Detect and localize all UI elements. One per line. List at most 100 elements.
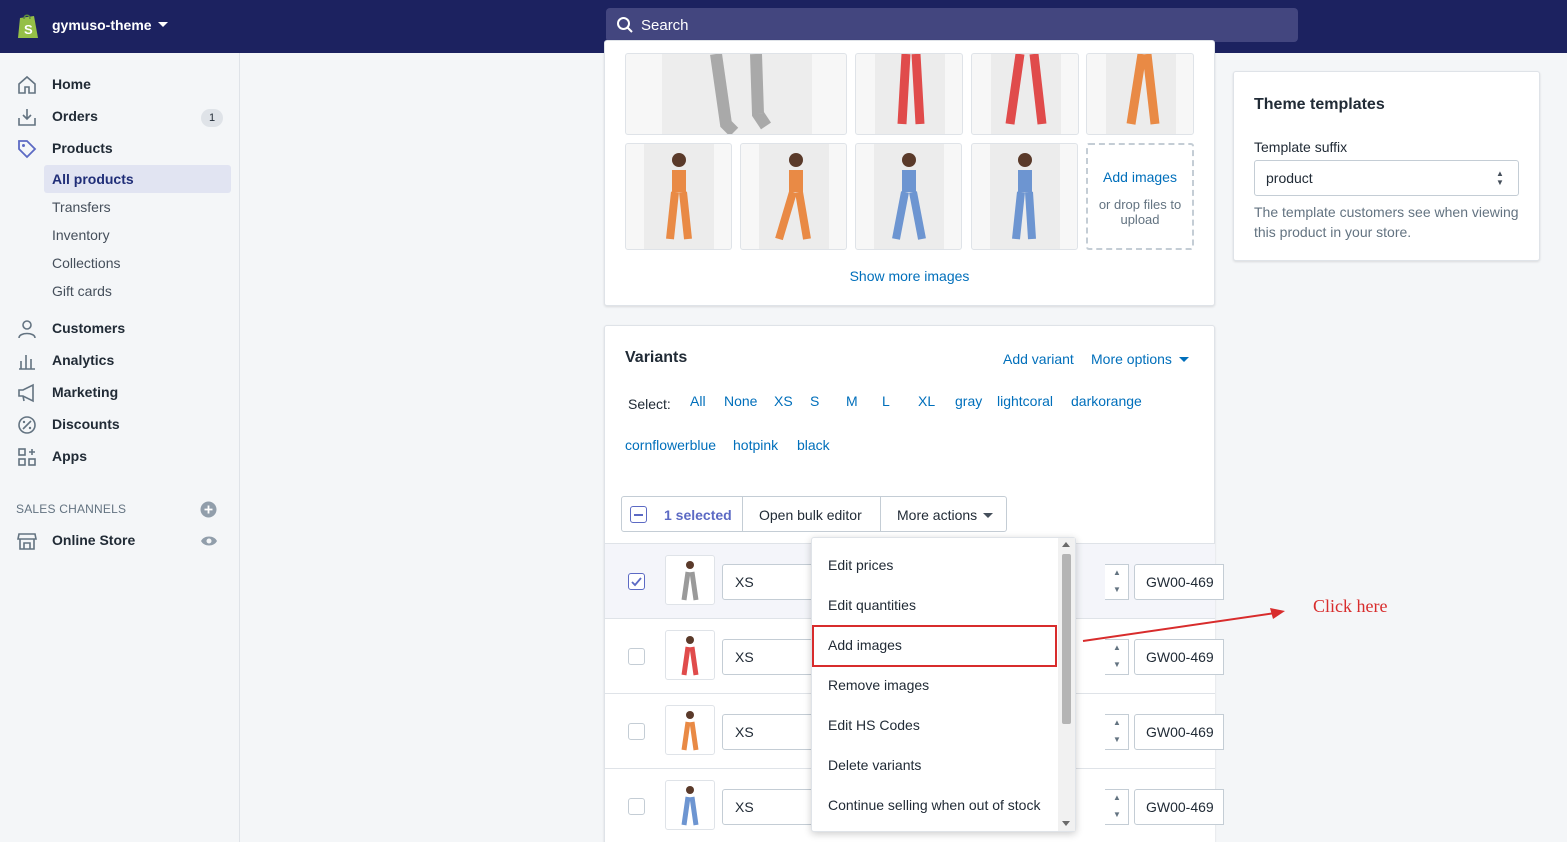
- scroll-down-arrow-icon[interactable]: [1062, 821, 1070, 826]
- theme-templates-card: Theme templates Template suffix product …: [1233, 71, 1540, 261]
- sidebar-item-products[interactable]: Products: [0, 134, 240, 164]
- select-xl-link[interactable]: XL: [918, 393, 935, 409]
- menu-item-edit-hs-codes[interactable]: Edit HS Codes: [812, 706, 1060, 746]
- selected-count: 1 selected: [664, 507, 732, 523]
- add-images-link[interactable]: Add images: [1088, 169, 1192, 185]
- select-darkorange-link[interactable]: darkorange: [1071, 393, 1142, 409]
- shopify-logo-icon[interactable]: S: [16, 12, 40, 40]
- sidebar-subitem-gift-cards[interactable]: Gift cards: [44, 277, 231, 305]
- select-s-link[interactable]: S: [810, 393, 819, 409]
- sku-value: GW00-469: [1146, 649, 1214, 665]
- menu-item-continue-selling[interactable]: Continue selling when out of stock: [812, 786, 1060, 826]
- variant-photo: [681, 636, 699, 676]
- select-hotpink-link[interactable]: hotpink: [733, 437, 778, 453]
- chevron-down-icon[interactable]: [158, 22, 168, 27]
- scrollbar-thumb[interactable]: [1062, 554, 1071, 724]
- sidebar-item-analytics[interactable]: Analytics: [0, 346, 240, 376]
- sidebar-item-label: Analytics: [52, 352, 115, 368]
- select-l-link[interactable]: L: [882, 393, 890, 409]
- variant-thumbnail[interactable]: [665, 555, 715, 605]
- megaphone-icon: [18, 383, 34, 403]
- annotation-highlight-box: [812, 625, 1057, 667]
- sidebar-item-apps[interactable]: Apps: [0, 442, 240, 472]
- sku-value: GW00-469: [1146, 799, 1214, 815]
- template-suffix-select[interactable]: product ▲ ▼: [1254, 160, 1519, 196]
- sidebar-item-label: Products: [52, 140, 113, 156]
- select-cornflowerblue-link[interactable]: cornflowerblue: [625, 437, 716, 453]
- variant-size-field[interactable]: XS: [722, 789, 817, 825]
- sku-field[interactable]: GW00-469: [1134, 714, 1224, 750]
- sidebar-item-home[interactable]: Home: [0, 70, 240, 100]
- sidebar-subitem-label: All products: [52, 171, 134, 187]
- sidebar-item-discounts[interactable]: Discounts: [0, 410, 240, 440]
- select-all-link[interactable]: All: [690, 393, 706, 409]
- more-options-link[interactable]: More options: [1091, 351, 1172, 367]
- sidebar-subitem-transfers[interactable]: Transfers: [44, 193, 231, 221]
- more-actions-button[interactable]: More actions: [897, 507, 977, 523]
- variant-size-value: XS: [735, 799, 754, 815]
- show-more-images-link[interactable]: Show more images: [604, 268, 1215, 284]
- product-image[interactable]: [1086, 53, 1194, 135]
- product-image[interactable]: [855, 53, 963, 135]
- variant-thumbnail[interactable]: [665, 780, 715, 830]
- deselect-all-checkbox[interactable]: [630, 506, 647, 523]
- quantity-stepper[interactable]: ▲ ▼: [1105, 714, 1129, 750]
- more-actions-menu: Edit prices Edit quantities Add images R…: [811, 537, 1076, 832]
- product-image[interactable]: [971, 143, 1078, 250]
- product-image[interactable]: [625, 143, 732, 250]
- product-photo-orange: [759, 144, 829, 249]
- variant-size-field[interactable]: XS: [722, 639, 817, 675]
- row-checkbox[interactable]: [628, 648, 645, 665]
- sidebar-subitem-inventory[interactable]: Inventory: [44, 221, 231, 249]
- select-m-link[interactable]: M: [846, 393, 858, 409]
- row-checkbox[interactable]: [628, 723, 645, 740]
- sku-value: GW00-469: [1146, 574, 1214, 590]
- product-photo-red: [875, 54, 945, 134]
- search-input[interactable]: Search: [606, 8, 1298, 42]
- sidebar-item-customers[interactable]: Customers: [0, 314, 240, 344]
- sidebar-subitem-label: Collections: [52, 255, 121, 271]
- sidebar-subitem-all-products[interactable]: All products: [44, 165, 231, 193]
- menu-scrollbar[interactable]: [1058, 538, 1075, 831]
- menu-item-edit-quantities[interactable]: Edit quantities: [812, 586, 1060, 626]
- sidebar-subitem-collections[interactable]: Collections: [44, 249, 231, 277]
- product-photo-orange: [644, 144, 714, 249]
- product-image[interactable]: [740, 143, 847, 250]
- add-variant-link[interactable]: Add variant: [1003, 351, 1074, 367]
- sidebar-item-marketing[interactable]: Marketing: [0, 378, 240, 408]
- image-dropzone[interactable]: Add images or drop files to upload: [1086, 143, 1194, 250]
- sidebar-item-label: Orders: [52, 108, 98, 124]
- product-image[interactable]: [855, 143, 962, 250]
- variant-size-field[interactable]: XS: [722, 564, 817, 600]
- sidebar-item-label: Online Store: [52, 532, 136, 548]
- template-help-text: The template customers see when viewing …: [1254, 204, 1519, 240]
- menu-item-edit-prices[interactable]: Edit prices: [812, 546, 1060, 586]
- quantity-stepper[interactable]: ▲ ▼: [1105, 564, 1129, 600]
- eye-icon[interactable]: [200, 534, 218, 548]
- sku-value: GW00-469: [1146, 724, 1214, 740]
- menu-item-remove-images[interactable]: Remove images: [812, 666, 1060, 706]
- select-black-link[interactable]: black: [797, 437, 830, 453]
- variant-thumbnail[interactable]: [665, 630, 715, 680]
- variant-thumbnail[interactable]: [665, 705, 715, 755]
- search-placeholder: Search: [641, 17, 689, 34]
- scroll-up-arrow-icon[interactable]: [1062, 542, 1070, 547]
- store-name[interactable]: gymuso-theme: [52, 17, 152, 33]
- sidebar-item-orders[interactable]: Orders 1: [0, 102, 240, 132]
- sidebar-subitem-label: Transfers: [52, 199, 111, 215]
- sku-field[interactable]: GW00-469: [1134, 789, 1224, 825]
- select-gray-link[interactable]: gray: [955, 393, 982, 409]
- sku-field[interactable]: GW00-469: [1134, 564, 1224, 600]
- select-lightcoral-link[interactable]: lightcoral: [997, 393, 1053, 409]
- open-bulk-editor-button[interactable]: Open bulk editor: [759, 507, 862, 523]
- select-xs-link[interactable]: XS: [774, 393, 793, 409]
- variant-size-field[interactable]: XS: [722, 714, 817, 750]
- select-none-link[interactable]: None: [724, 393, 757, 409]
- add-sales-channel-icon[interactable]: [200, 501, 217, 518]
- menu-item-delete-variants[interactable]: Delete variants: [812, 746, 1060, 786]
- product-image[interactable]: [971, 53, 1079, 135]
- product-image[interactable]: [625, 53, 847, 135]
- row-checkbox[interactable]: [628, 573, 645, 590]
- row-checkbox[interactable]: [628, 798, 645, 815]
- quantity-stepper[interactable]: ▲ ▼: [1105, 789, 1129, 825]
